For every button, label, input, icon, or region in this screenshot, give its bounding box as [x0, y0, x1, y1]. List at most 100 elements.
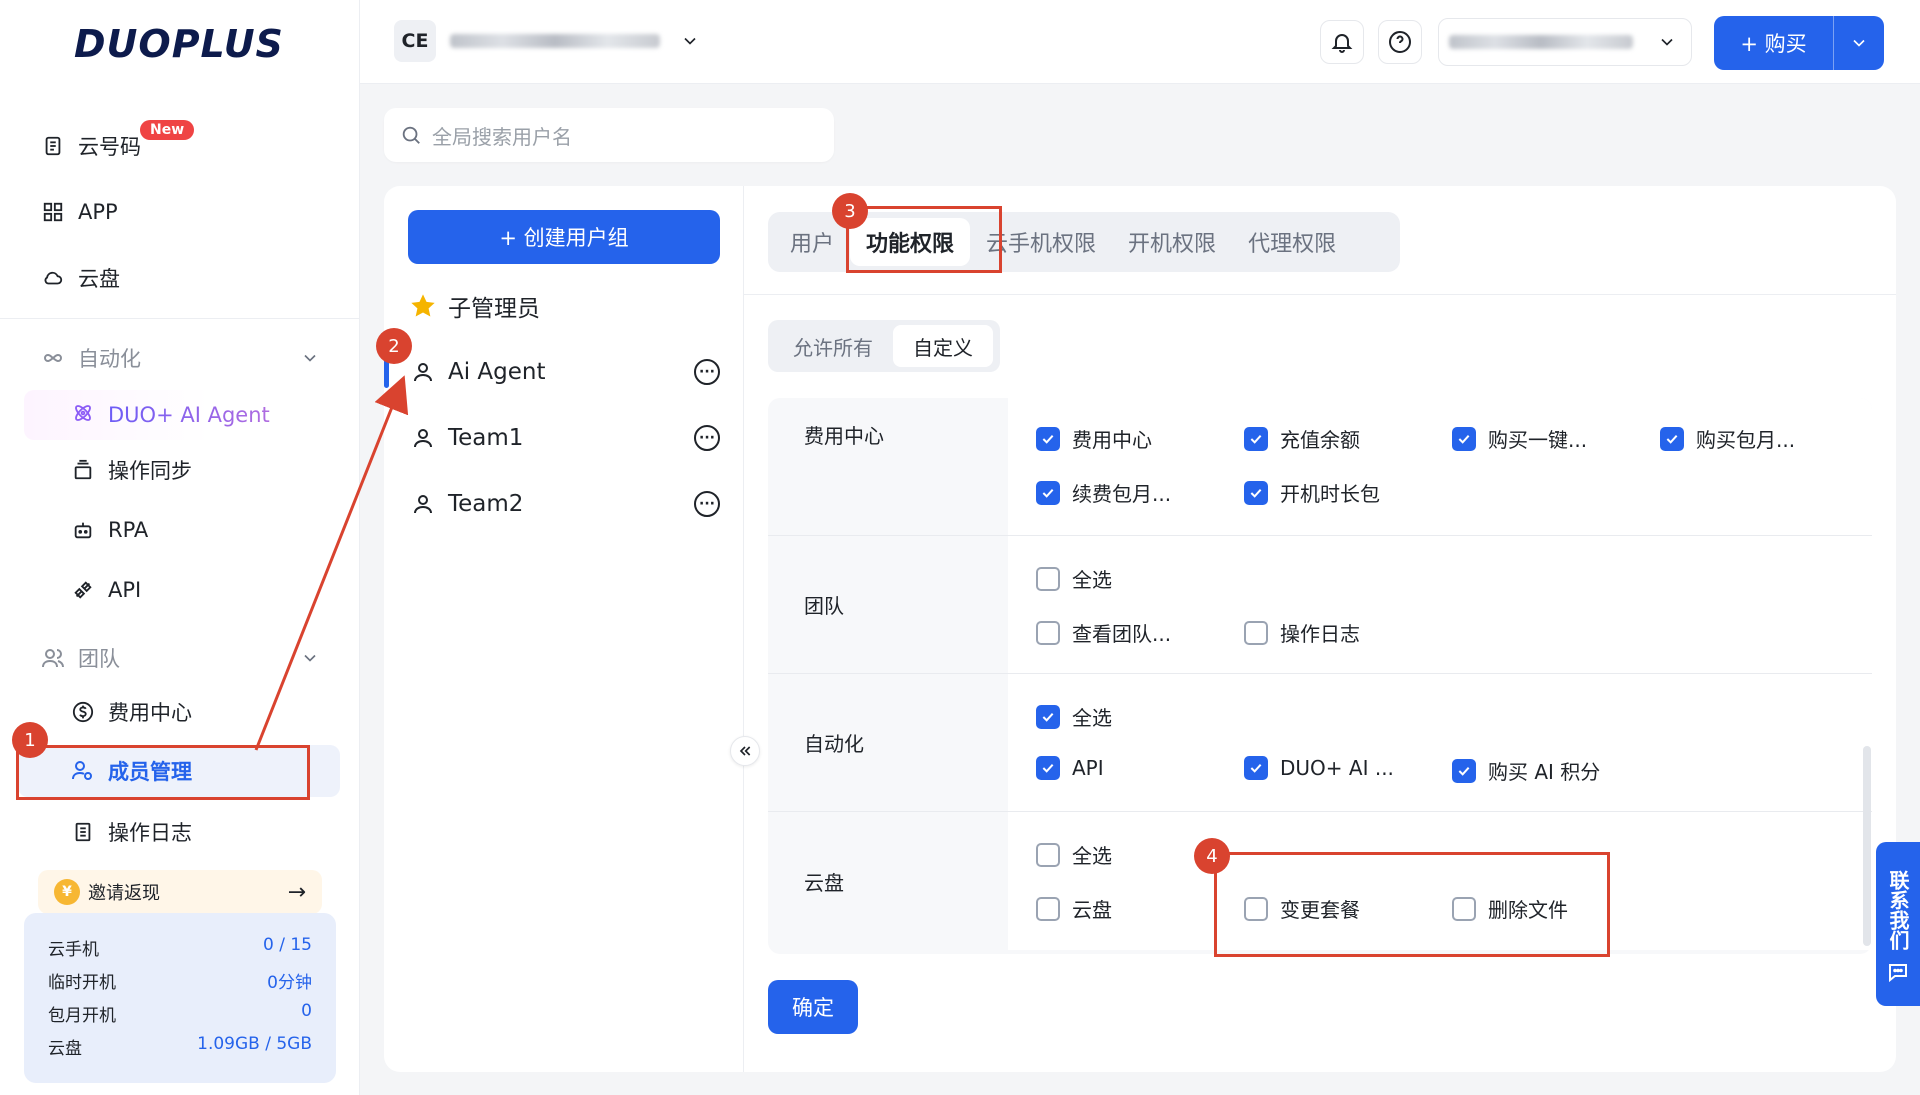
stat-value: 0 / 15 [263, 935, 312, 955]
checkbox-label: 购买 AI 积分 [1488, 760, 1601, 784]
more-icon[interactable]: ··· [694, 425, 720, 451]
stat-label: 云手机 [48, 940, 99, 960]
checkbox-label: API [1072, 756, 1104, 780]
sidebar-item-label: 费用中心 [108, 701, 192, 725]
confirm-button[interactable]: 确定 [768, 980, 858, 1034]
collapse-panel-button[interactable] [730, 736, 760, 766]
annotation-number-2: 2 [376, 328, 412, 364]
contact-us-label: 联系我们 [1886, 870, 1910, 950]
annotation-box-4 [1214, 852, 1610, 957]
checkbox-renew-monthly[interactable]: 续费包月... [1036, 478, 1171, 507]
permission-row-label: 费用中心 [804, 424, 884, 448]
global-search[interactable]: 全局搜索用户名 [384, 108, 834, 162]
search-icon [400, 124, 422, 146]
mode-custom[interactable]: 自定义 [893, 325, 993, 367]
search-placeholder: 全局搜索用户名 [432, 124, 572, 149]
grid-icon [40, 199, 66, 225]
checkbox-duo-ai[interactable]: DUO+ AI ... [1244, 756, 1394, 780]
group-name: Ai Agent [448, 359, 546, 385]
sidebar-group-team[interactable]: 团队 [40, 638, 320, 678]
permission-row-automation: 自动化 全选 API DUO+ AI ... 购买 AI 积分 [768, 674, 1872, 812]
annotation-box-3 [846, 206, 1002, 273]
permission-row-options: 费用中心 充值余额 购买一键... 购买包月... 续费包月... 开机时长包 [1008, 398, 1872, 535]
group-item-team2[interactable]: Team2 ··· [408, 482, 720, 526]
logo[interactable]: DUOPLUS [74, 22, 284, 66]
robot-icon [70, 517, 96, 543]
users-icon [40, 645, 66, 671]
contact-us-tab[interactable]: 联系我们 [1876, 842, 1920, 1006]
permission-row-options: 全选 API DUO+ AI ... 购买 AI 积分 [1008, 674, 1872, 811]
group-item-ai-agent[interactable]: Ai Agent ··· [408, 350, 720, 394]
checkbox-label: 全选 [1072, 706, 1112, 730]
checkbox-buy-monthly[interactable]: 购买包月... [1660, 424, 1795, 453]
invite-banner[interactable]: ¥ 邀请返现 → [38, 870, 322, 914]
annotation-box-1 [16, 745, 310, 800]
checkbox-label: 购买一键... [1488, 428, 1588, 452]
checkbox-buy-ai-credits[interactable]: 购买 AI 积分 [1452, 756, 1600, 785]
buy-button[interactable]: + 购买 [1714, 16, 1884, 70]
group-item-sub-admin[interactable]: 子管理员 [408, 284, 720, 328]
scrollbar-thumb[interactable] [1863, 746, 1871, 946]
infinity-icon [40, 345, 66, 371]
checkbox-automation-select-all[interactable]: 全选 [1036, 702, 1112, 731]
checkbox-box [1036, 566, 1060, 591]
sidebar-item-cloud-number[interactable]: 云号码 [40, 126, 141, 166]
create-group-button[interactable]: + 创建用户组 [408, 210, 720, 264]
more-icon[interactable]: ··· [694, 359, 720, 385]
checkbox-cloud-drive[interactable]: 云盘 [1036, 894, 1112, 923]
sidebar-item-ai-agent[interactable]: DUO+ AI Agent [24, 390, 334, 440]
org-switcher[interactable]: CE [394, 20, 700, 62]
group-item-team1[interactable]: Team1 ··· [408, 416, 720, 460]
checkbox-box [1036, 842, 1060, 867]
buy-button-label[interactable]: + 购买 [1714, 16, 1834, 70]
coin-icon: ¥ [54, 879, 80, 905]
atom-icon [72, 402, 98, 428]
sidebar-item-label: 云盘 [78, 267, 120, 291]
checkbox-billing-center[interactable]: 费用中心 [1036, 424, 1152, 453]
stat-value: 1.09GB / 5GB [197, 1034, 312, 1054]
permission-row-options: 全选 查看团队... 操作日志 [1008, 536, 1872, 673]
checkbox-recharge[interactable]: 充值余额 [1244, 424, 1360, 453]
chevron-down-icon[interactable] [1834, 33, 1884, 53]
checkbox-buy-one-click[interactable]: 购买一键... [1452, 424, 1587, 453]
sidebar-divider [0, 318, 360, 319]
checkbox-label: 全选 [1072, 568, 1112, 592]
usage-stats: 云手机 0 / 15 临时开机 0分钟 包月开机 0 云盘 1.09GB / 5GB [24, 913, 336, 1083]
invite-label: 邀请返现 [88, 883, 160, 904]
stat-label: 包月开机 [48, 1006, 116, 1026]
sidebar-item-operation-log[interactable]: 操作日志 [70, 812, 192, 852]
sidebar-item-billing[interactable]: 费用中心 [70, 692, 192, 732]
group-name: Team2 [448, 491, 524, 517]
sidebar-item-cloud-drive[interactable]: 云盘 [40, 258, 120, 298]
checkbox-check-icon [1660, 426, 1684, 451]
checkbox-api[interactable]: API [1036, 756, 1104, 780]
checkbox-label: DUO+ AI ... [1280, 756, 1394, 780]
checkbox-view-team[interactable]: 查看团队... [1036, 618, 1171, 647]
org-avatar: CE [394, 20, 436, 62]
user-menu[interactable] [1438, 18, 1692, 66]
tab-boot-permissions[interactable]: 开机权限 [1112, 218, 1232, 266]
sidebar-item-rpa[interactable]: RPA [70, 510, 148, 550]
help-button[interactable] [1378, 20, 1422, 64]
checkbox-cloud-select-all[interactable]: 全选 [1036, 840, 1112, 869]
checkbox-team-select-all[interactable]: 全选 [1036, 564, 1112, 593]
checkbox-check-icon [1244, 756, 1268, 780]
dollar-icon [70, 699, 96, 725]
document-icon [70, 819, 96, 845]
tab-proxy-permissions[interactable]: 代理权限 [1232, 218, 1352, 266]
checkbox-box [1244, 620, 1268, 645]
sidebar-item-api[interactable]: API [70, 570, 141, 610]
notification-button[interactable] [1320, 20, 1364, 64]
annotation-number-1: 1 [12, 722, 48, 758]
sidebar-item-app[interactable]: APP [40, 192, 118, 232]
layers-icon [70, 457, 96, 483]
stat-row: 云手机 0 / 15 [48, 935, 312, 968]
more-icon[interactable]: ··· [694, 491, 720, 517]
checkbox-check-icon [1452, 758, 1476, 783]
mode-allow-all[interactable]: 允许所有 [773, 325, 893, 367]
checkbox-team-operation-log[interactable]: 操作日志 [1244, 618, 1360, 647]
checkbox-label: 操作日志 [1280, 622, 1360, 646]
checkbox-boot-duration-pack[interactable]: 开机时长包 [1244, 478, 1380, 507]
sidebar-group-automation[interactable]: 自动化 [40, 338, 320, 378]
sidebar-item-operation-sync[interactable]: 操作同步 [70, 450, 192, 490]
